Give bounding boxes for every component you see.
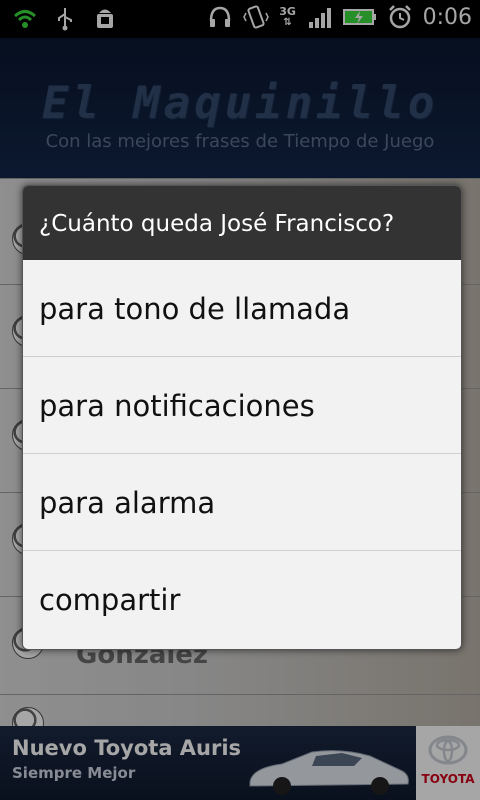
option-ringtone[interactable]: para tono de llamada — [23, 260, 461, 357]
option-notifications[interactable]: para notificaciones — [23, 357, 461, 454]
option-alarm[interactable]: para alarma — [23, 454, 461, 551]
dialog-title: ¿Cuánto queda José Francisco? — [23, 186, 461, 260]
option-share[interactable]: compartir — [23, 551, 461, 647]
options-dialog: ¿Cuánto queda José Francisco? para tono … — [22, 185, 462, 650]
